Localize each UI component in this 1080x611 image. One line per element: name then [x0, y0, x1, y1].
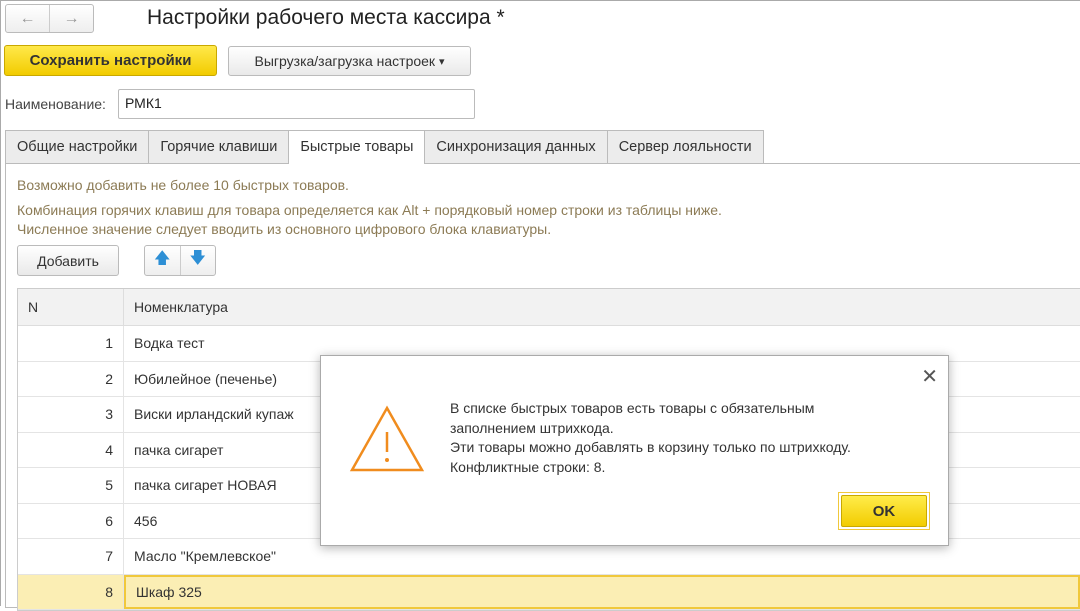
info-limit: Возможно добавить не более 10 быстрых то… [17, 177, 349, 193]
close-icon[interactable]: ✕ [921, 364, 938, 389]
message-line: заполнением штрихкода. [450, 419, 614, 436]
tab-sync[interactable]: Синхронизация данных [424, 130, 608, 163]
tab-hotkeys[interactable]: Горячие клавиши [148, 130, 290, 163]
export-import-label: Выгрузка/загрузка настроек [254, 53, 436, 69]
row-number: 4 [18, 432, 124, 467]
row-number: 2 [18, 361, 124, 396]
name-label: Наименование: [5, 96, 106, 112]
row-number: 3 [18, 397, 124, 432]
name-input[interactable]: РМК1 [118, 89, 475, 119]
column-header-n[interactable]: N [18, 289, 124, 325]
row-number: 8 [18, 574, 124, 609]
info-numpad: Численное значение следует вводить из ос… [17, 221, 552, 237]
nav-buttons: ← → [5, 4, 94, 33]
page-title: Настройки рабочего места кассира * [147, 6, 505, 29]
warning-icon [349, 404, 425, 477]
tab-quick-items[interactable]: Быстрые товары [288, 130, 426, 164]
table-row-selected[interactable]: 8 Шкаф 325 [18, 574, 1080, 610]
back-icon[interactable]: ← [6, 5, 50, 32]
row-number: 7 [18, 539, 124, 574]
row-number: 1 [18, 326, 124, 361]
save-settings-button[interactable]: Сохранить настройки [4, 45, 217, 76]
tab-general[interactable]: Общие настройки [5, 130, 150, 163]
row-number: 5 [18, 468, 124, 503]
ok-button[interactable]: OK [838, 492, 930, 530]
arrow-up-icon[interactable]: 🡅 [145, 246, 181, 275]
tab-loyalty-server[interactable]: Сервер лояльности [606, 130, 764, 163]
row-item: Шкаф 325 [124, 574, 1080, 609]
ok-label: OK [841, 495, 927, 527]
table-header: N Номенклатура [18, 289, 1080, 326]
message-line: Эти товары можно добавлять в корзину тол… [450, 439, 851, 455]
export-import-button[interactable]: Выгрузка/загрузка настроек ▾ [228, 46, 471, 76]
message-line: Конфликтные строки: 8. [450, 458, 606, 475]
message-line: В списке быстрых товаров есть товары с о… [450, 400, 815, 416]
tab-bar: Общие настройки Горячие клавиши Быстрые … [5, 130, 764, 164]
dialog-message: В списке быстрых товаров есть товары с о… [450, 399, 851, 477]
row-number: 6 [18, 503, 124, 538]
column-header-item[interactable]: Номенклатура [124, 289, 1080, 325]
info-hotkey: Комбинация горячих клавиш для товара опр… [17, 202, 722, 218]
chevron-down-icon: ▾ [438, 55, 445, 68]
forward-icon[interactable]: → [50, 5, 93, 32]
arrow-down-icon[interactable]: 🡇 [181, 246, 216, 275]
add-button[interactable]: Добавить [17, 245, 119, 276]
warning-dialog: ✕ В списке быстрых товаров есть товары с… [320, 355, 949, 546]
move-buttons: 🡅 🡇 [144, 245, 216, 276]
